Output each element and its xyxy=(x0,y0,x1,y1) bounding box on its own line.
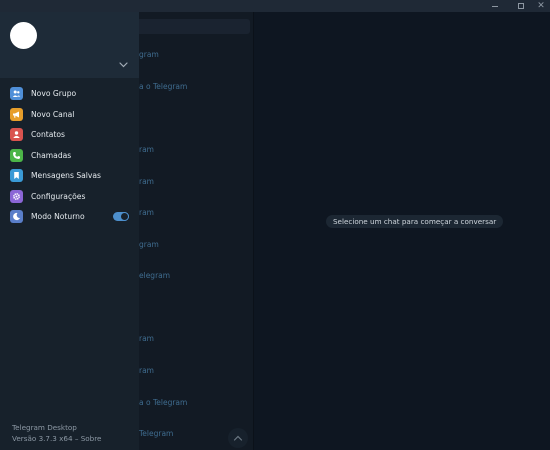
menu-header xyxy=(0,12,139,78)
menu-item-saved-messages[interactable]: Mensagens Salvas xyxy=(0,165,139,185)
menu-item-label: Modo Noturno xyxy=(31,211,85,221)
title-bar: ✕ xyxy=(0,0,550,12)
dialog-row[interactable]: elegram xyxy=(139,271,170,280)
close-icon: ✕ xyxy=(537,0,545,11)
dialog-row[interactable]: ram xyxy=(139,177,154,186)
app-name-label: Telegram Desktop xyxy=(12,423,77,432)
menu-item-contacts[interactable]: Contatos xyxy=(0,124,139,144)
megaphone-icon xyxy=(10,107,23,121)
menu-item-new-group[interactable]: Novo Grupo xyxy=(0,83,139,103)
close-button[interactable]: ✕ xyxy=(530,0,550,12)
night-mode-toggle[interactable] xyxy=(113,211,129,221)
menu-item-label: Novo Canal xyxy=(31,109,75,119)
dialog-row[interactable]: gram xyxy=(139,50,159,59)
telegram-window: ✕ gram a o Telegram ram ram ram gram ele… xyxy=(0,0,550,450)
minimize-icon xyxy=(492,5,498,7)
maximize-icon xyxy=(518,3,524,9)
menu-item-label: Chamadas xyxy=(31,150,72,160)
search-input[interactable] xyxy=(139,19,250,34)
gear-icon xyxy=(10,189,23,203)
moon-icon xyxy=(10,209,23,223)
contact-icon xyxy=(10,127,23,141)
minimize-button[interactable] xyxy=(484,0,506,12)
menu-item-calls[interactable]: Chamadas xyxy=(0,145,139,165)
menu-item-label: Mensagens Salvas xyxy=(31,170,102,180)
chevron-down-icon xyxy=(118,62,128,68)
phone-icon xyxy=(10,148,23,162)
chevron-up-icon xyxy=(233,435,243,441)
accounts-expand-button[interactable] xyxy=(117,60,129,70)
toggle-knob xyxy=(120,211,129,221)
menu-item-label: Novo Grupo xyxy=(31,88,77,98)
avatar[interactable] xyxy=(10,22,37,49)
maximize-button[interactable] xyxy=(510,0,532,12)
menu-item-new-channel[interactable]: Novo Canal xyxy=(0,104,139,124)
dialog-row[interactable]: Telegram xyxy=(139,429,173,438)
dialog-row[interactable]: ram xyxy=(139,334,154,343)
dialog-row[interactable]: ram xyxy=(139,208,154,217)
group-icon xyxy=(10,86,23,100)
menu-item-settings[interactable]: Configurações xyxy=(0,186,139,206)
chat-area: Selecione um chat para começar a convers… xyxy=(255,12,550,450)
bookmark-icon xyxy=(10,168,23,182)
empty-chat-message: Selecione um chat para começar a convers… xyxy=(326,215,504,228)
dialog-row[interactable]: a o Telegram xyxy=(139,398,187,407)
dialog-row[interactable]: ram xyxy=(139,366,154,375)
side-menu: Novo Grupo Novo Canal Contatos Chamadas xyxy=(0,12,139,450)
dialog-row[interactable]: ram xyxy=(139,145,154,154)
menu-item-label: Configurações xyxy=(31,191,86,201)
menu-item-night-mode[interactable]: Modo Noturno xyxy=(0,206,139,226)
dialog-row[interactable]: a o Telegram xyxy=(139,82,187,91)
dialog-row[interactable]: gram xyxy=(139,240,159,249)
scroll-to-top-button[interactable] xyxy=(228,428,248,448)
dialogs-list: gram a o Telegram ram ram ram gram elegr… xyxy=(139,12,254,450)
version-about-link[interactable]: Versão 3.7.3 x64 – Sobre xyxy=(12,434,101,443)
menu-item-label: Contatos xyxy=(31,129,65,139)
